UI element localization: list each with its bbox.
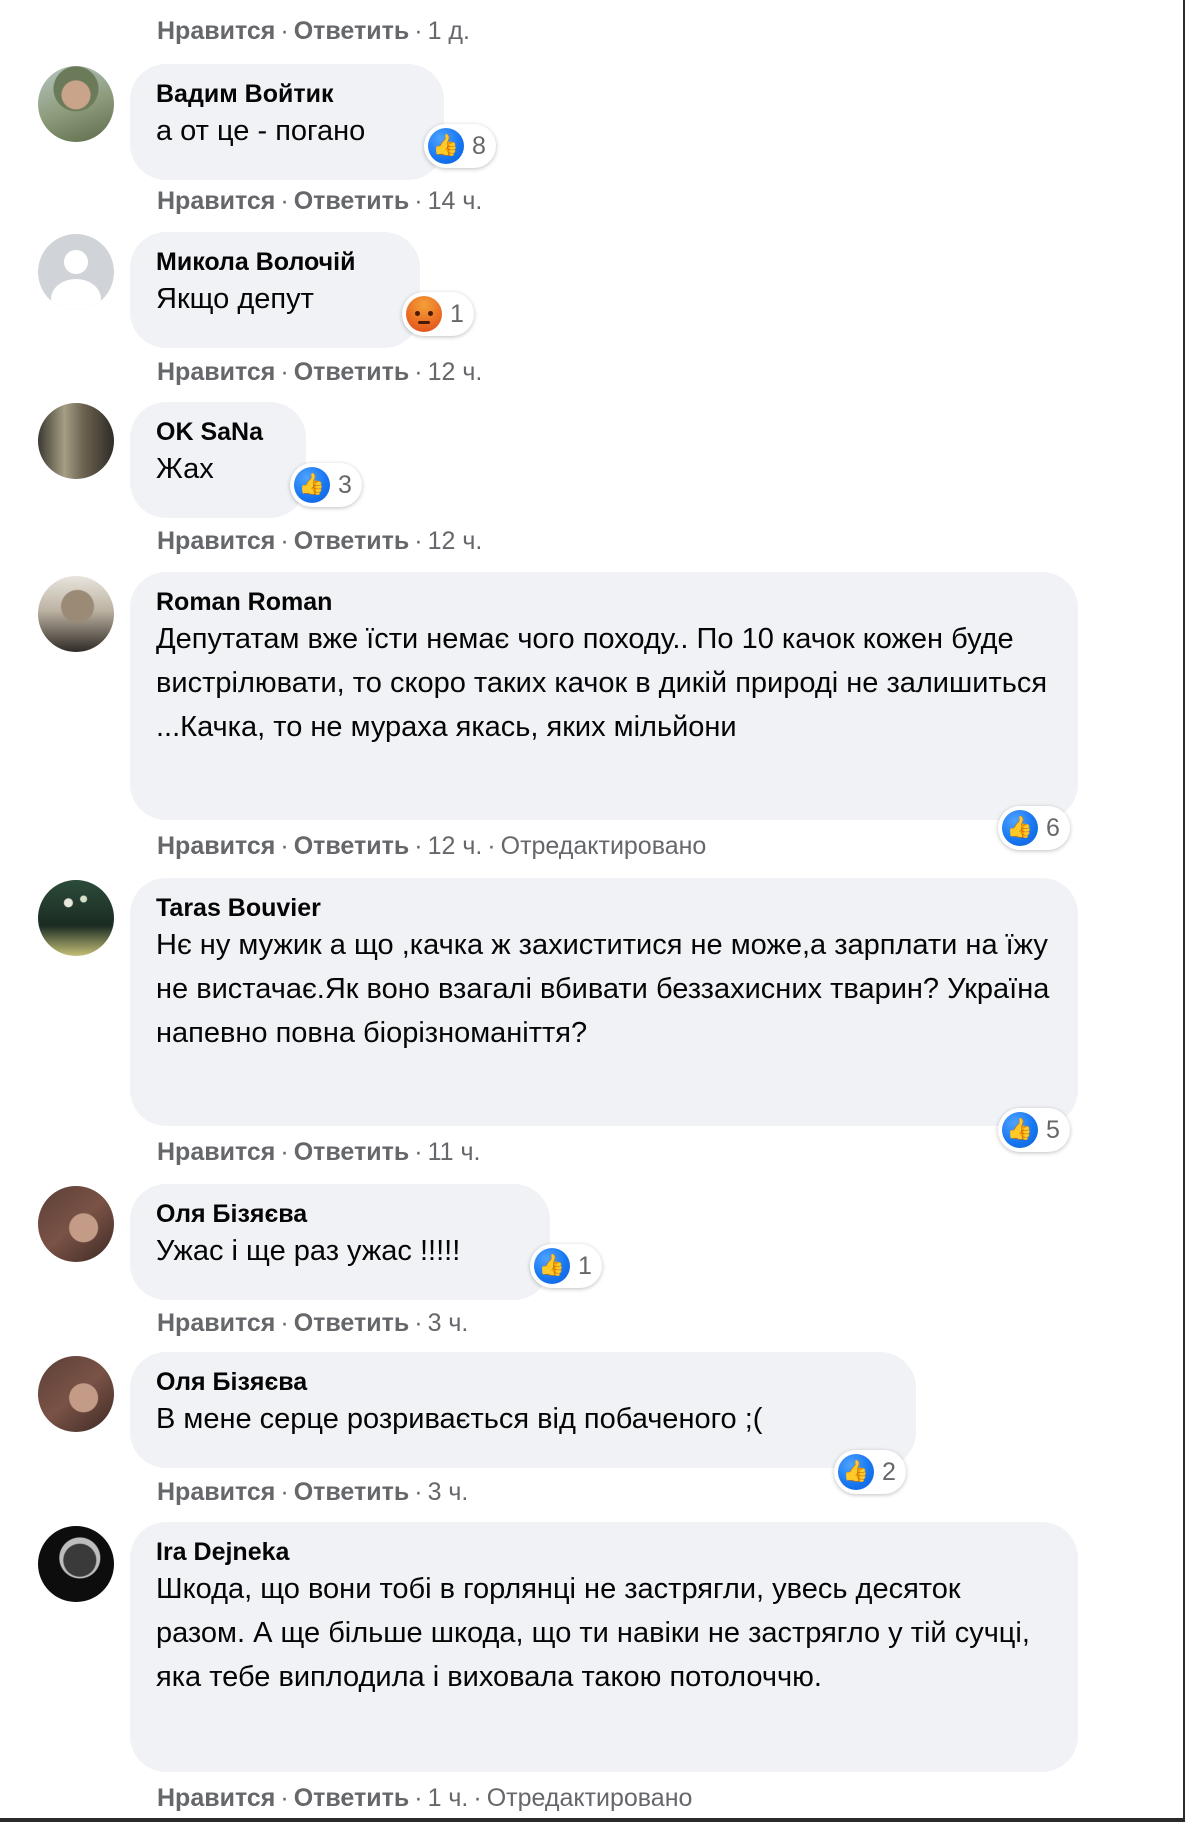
comment-text: Ужас і ще раз ужас !!!!! (156, 1235, 461, 1267)
like-icon: 👍 (1002, 810, 1038, 846)
comment-bubble: OK SaNa Жах (130, 402, 306, 518)
comment-bubble: Оля Бізяєва Ужас і ще раз ужас !!!!! (130, 1184, 550, 1300)
comment-author[interactable]: Ira Dejneka (156, 1537, 1052, 1567)
reply-link[interactable]: Ответить (294, 832, 410, 860)
angry-icon (406, 296, 442, 332)
reaction-badge[interactable]: 1 (402, 292, 474, 336)
reply-link[interactable]: Ответить (294, 527, 410, 555)
reply-link[interactable]: Ответить (294, 1138, 410, 1166)
comment-text: а от це - погано (156, 115, 366, 147)
like-link[interactable]: Нравится (157, 1784, 275, 1812)
comment-meta: Нравится · Ответить · 12 ч. (157, 527, 483, 555)
comment-meta: Нравится · Ответить · 1 д. (157, 17, 470, 45)
avatar[interactable] (38, 1186, 114, 1262)
comment-meta: Нравится · Ответить · 11 ч. (157, 1138, 481, 1166)
comment-author[interactable]: Roman Roman (156, 587, 1052, 617)
reply-link[interactable]: Ответить (294, 17, 410, 45)
reaction-badge[interactable]: 👍 8 (424, 124, 496, 168)
comment-author[interactable]: Taras Bouvier (156, 893, 1052, 923)
reaction-badge[interactable]: 👍 6 (998, 806, 1070, 850)
timestamp[interactable]: 1 ч. (428, 1784, 469, 1812)
comment-bubble: Taras Bouvier Нє ну мужик а що ,качка ж … (130, 878, 1078, 1126)
like-link[interactable]: Нравится (157, 1309, 275, 1337)
comment-meta: Нравится · Ответить · 12 ч. (157, 358, 483, 386)
reply-link[interactable]: Ответить (294, 1784, 410, 1812)
timestamp[interactable]: 11 ч. (428, 1138, 481, 1166)
avatar[interactable] (38, 576, 114, 652)
reply-link[interactable]: Ответить (294, 358, 410, 386)
timestamp[interactable]: 3 ч. (428, 1478, 469, 1506)
reaction-count: 6 (1046, 813, 1060, 842)
timestamp[interactable]: 12 ч. (428, 832, 483, 860)
like-link[interactable]: Нравится (157, 1138, 275, 1166)
timestamp[interactable]: 12 ч. (428, 527, 483, 555)
comment-text: Якщо депут (156, 283, 314, 315)
like-link[interactable]: Нравится (157, 1478, 275, 1506)
window-edge-right (1183, 0, 1185, 1822)
reaction-count: 1 (450, 299, 464, 328)
comment-author[interactable]: OK SaNa (156, 417, 280, 447)
comment-meta: Нравится · Ответить · 3 ч. (157, 1478, 469, 1506)
reply-link[interactable]: Ответить (294, 1478, 410, 1506)
avatar[interactable] (38, 66, 114, 142)
avatar[interactable] (38, 403, 114, 479)
reaction-badge[interactable]: 👍 5 (998, 1108, 1070, 1152)
comment-text: В мене серце розривається від побаченого… (156, 1403, 763, 1435)
reaction-count: 8 (472, 131, 486, 160)
reaction-badge[interactable]: 👍 1 (530, 1244, 602, 1288)
reaction-badge[interactable]: 👍 2 (834, 1450, 906, 1494)
comment-bubble: Roman Roman Депутатам вже їсти немає чог… (130, 572, 1078, 820)
avatar[interactable] (38, 1356, 114, 1432)
window-edge-bottom (0, 1818, 1185, 1822)
like-link[interactable]: Нравится (157, 358, 275, 386)
reaction-badge[interactable]: 👍 3 (290, 463, 362, 507)
reaction-count: 2 (882, 1457, 896, 1486)
comment-bubble: Оля Бізяєва В мене серце розривається ві… (130, 1352, 916, 1468)
comment-meta: Нравится · Ответить · 1 ч. · Отредактировано (157, 1784, 693, 1812)
comment-text: Депутатам вже їсти немає чого походу.. П… (156, 623, 1048, 743)
like-link[interactable]: Нравится (157, 527, 275, 555)
like-icon: 👍 (294, 467, 330, 503)
avatar[interactable] (38, 880, 114, 956)
avatar[interactable] (38, 1526, 114, 1602)
comment-text: Нє ну мужик а що ,качка ж захиститися не… (156, 929, 1050, 1049)
like-link[interactable]: Нравится (157, 187, 275, 215)
timestamp[interactable]: 14 ч. (428, 187, 483, 215)
comment-text: Жах (156, 453, 214, 485)
comment-author[interactable]: Вадим Войтик (156, 79, 418, 109)
comment-meta: Нравится · Ответить · 14 ч. (157, 187, 483, 215)
comment-meta: Нравится · Ответить · 3 ч. (157, 1309, 469, 1337)
like-link[interactable]: Нравится (157, 832, 275, 860)
comment-bubble: Ira Dejneka Шкода, що вони тобі в горлян… (130, 1522, 1078, 1772)
comment-bubble: Микола Волочій Якщо депут (130, 232, 420, 348)
comment-text: Шкода, що вони тобі в горлянці не застря… (156, 1573, 1030, 1693)
like-icon: 👍 (1002, 1112, 1038, 1148)
timestamp[interactable]: 3 ч. (428, 1309, 469, 1337)
reply-link[interactable]: Ответить (294, 187, 410, 215)
edited-label: Отредактировано (500, 832, 707, 860)
comment-author[interactable]: Микола Волочій (156, 247, 394, 277)
reaction-count: 5 (1046, 1115, 1060, 1144)
reaction-count: 3 (338, 470, 352, 499)
like-link[interactable]: Нравится (157, 17, 275, 45)
timestamp[interactable]: 12 ч. (428, 358, 483, 386)
reaction-count: 1 (578, 1251, 592, 1280)
avatar[interactable] (38, 234, 114, 310)
like-icon: 👍 (534, 1248, 570, 1284)
reply-link[interactable]: Ответить (294, 1309, 410, 1337)
comment-meta: Нравится · Ответить · 12 ч. · Отредактировано (157, 832, 707, 860)
timestamp[interactable]: 1 д. (428, 17, 470, 45)
comment-author[interactable]: Оля Бізяєва (156, 1199, 524, 1229)
edited-label: Отредактировано (486, 1784, 693, 1812)
like-icon: 👍 (428, 128, 464, 164)
comment-author[interactable]: Оля Бізяєва (156, 1367, 890, 1397)
comment-bubble: Вадим Войтик а от це - погано (130, 64, 444, 180)
like-icon: 👍 (838, 1454, 874, 1490)
